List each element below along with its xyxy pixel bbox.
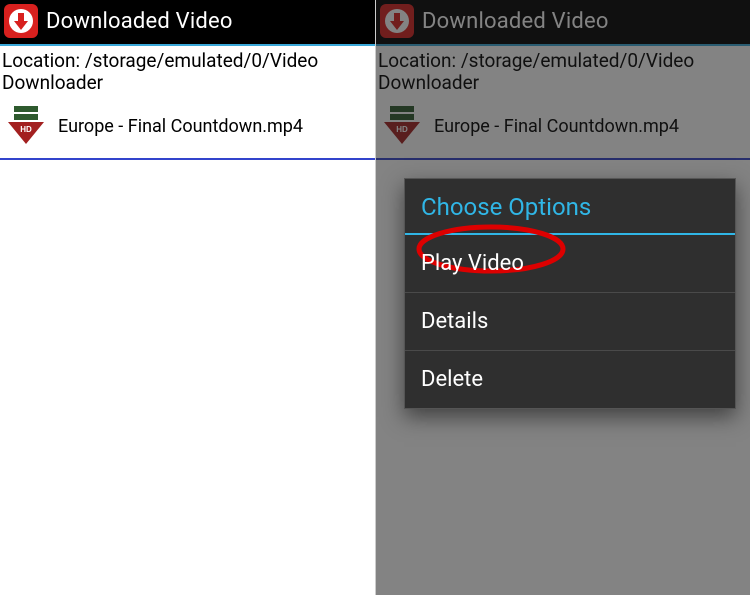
screen-left: Downloaded Video Location: /storage/emul… [0,0,375,595]
svg-text:HD: HD [20,125,32,134]
file-row[interactable]: HD Europe - Final Countdown.mp4 [0,100,375,160]
page-title: Downloaded Video [46,9,233,34]
titlebar: Downloaded Video [0,0,375,46]
dialog-title: Choose Options [405,179,735,235]
dialog-item-details[interactable]: Details [405,293,735,351]
hd-download-icon: HD [4,104,48,148]
app-icon [4,4,38,38]
file-name: Europe - Final Countdown.mp4 [58,116,303,137]
location-path: Location: /storage/emulated/0/Video Down… [0,46,375,100]
options-dialog: Choose Options Play Video Details Delete [404,178,736,409]
dialog-item-play-video[interactable]: Play Video [405,235,735,293]
dialog-item-delete[interactable]: Delete [405,351,735,408]
screen-right: Downloaded Video Location: /storage/emul… [375,0,750,595]
